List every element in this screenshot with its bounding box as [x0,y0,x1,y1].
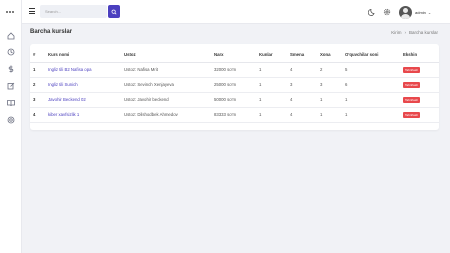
search-input[interactable]: Search... [40,5,107,18]
course-name-link[interactable]: kiber xavfsizlik 1 [48,112,79,117]
column-header: Narx [211,47,256,63]
column-header: Smena [287,47,317,63]
room-cell: 3 [317,77,342,93]
shift-cell: 4 [287,62,317,78]
home-icon[interactable] [6,31,16,41]
shift-cell: 3 [287,77,317,93]
moon-icon[interactable] [367,7,376,16]
logo-dots-icon[interactable] [6,9,16,13]
course-name-link[interactable]: Ingliz tili Sunich [48,82,78,87]
days-cell: 1 [256,62,287,78]
table-row: 1 Ingliz tili B2 Nafisa opa Ustoz: Nafis… [30,62,439,78]
dollar-icon[interactable] [6,64,16,74]
page-title: Barcha kurslar [30,29,73,35]
courses-card: # Kurs nomi Ustoz Narx Kunlar Smena Xona… [30,44,439,130]
students-cell: 1 [342,107,400,123]
table-row: 4 kiber xavfsizlik 1 Ustoz: Dilshodbek A… [30,107,439,123]
column-header: # [30,47,45,63]
courses-table: # Kurs nomi Ustoz Narx Kunlar Smena Xona… [30,47,439,123]
column-header: Ustoz [121,47,211,63]
search-placeholder: Search... [45,9,62,14]
room-cell: 1 [317,107,342,123]
row-number: 4 [30,107,45,123]
edit-button[interactable]: Tahrirlash [403,96,421,103]
row-number: 3 [30,92,45,108]
price-cell: 25000 so'm [211,77,256,93]
teacher-cell: Ustoz: Javohir beckend [121,92,211,108]
target-icon[interactable] [6,115,16,125]
days-cell: 1 [256,77,287,93]
days-cell: 1 [256,107,287,123]
column-header: Xona [317,47,342,63]
column-header: Kurs nomi [45,47,121,63]
column-header: Ekshin [400,47,439,63]
book-icon[interactable] [6,98,16,108]
username: admin [415,9,426,15]
edit-button[interactable]: Tahrirlash [403,66,421,73]
shift-cell: 4 [287,92,317,108]
students-cell: 6 [342,77,400,93]
breadcrumb-item-kirim[interactable]: Kirim [391,30,401,35]
row-number: 2 [30,77,45,93]
avatar [399,5,412,19]
course-name-link[interactable]: Javohir Beckend 02 [48,97,86,102]
sidebar [0,0,22,253]
breadcrumb: Kirim › Barcha kurslar [391,30,438,35]
teacher-cell: Ustoz: Sevinch Xenjayeva [121,77,211,93]
breadcrumb-separator: › [404,30,406,35]
room-cell: 1 [317,92,342,108]
column-header: O'quvchilar soni [342,47,400,63]
edit-button[interactable]: Tahrirlash [403,111,421,118]
price-cell: 32000 so'm [211,62,256,78]
price-cell: 83333 so'm [211,107,256,123]
students-cell: 5 [342,62,400,78]
days-cell: 1 [256,92,287,108]
edit-button[interactable]: Tahrirlash [403,81,421,88]
course-name-link[interactable]: Ingliz tili B2 Nafisa opa [48,67,91,72]
table-header-row: # Kurs nomi Ustoz Narx Kunlar Smena Xona… [30,47,439,63]
user-menu[interactable]: admin ⌄ [399,4,441,20]
teacher-cell: Ustoz: Dilshodbek Ahmedov [121,107,211,123]
teacher-cell: Ustoz: Nafisa Mrit [121,62,211,78]
price-cell: 50000 so'm [211,92,256,108]
room-cell: 2 [317,62,342,78]
search-icon [111,9,117,15]
breadcrumb-item-current: Barcha kurslar [408,30,438,35]
settings-icon[interactable] [382,7,391,16]
top-bar: Search... admin ⌄ [22,0,450,24]
edit-icon[interactable] [6,81,16,91]
row-number: 1 [30,62,45,78]
chevron-down-icon: ⌄ [427,9,432,15]
students-cell: 1 [342,92,400,108]
search-button[interactable] [108,5,120,18]
clock-icon[interactable] [6,47,16,57]
menu-icon[interactable] [29,8,35,14]
table-row: 3 Javohir Beckend 02 Ustoz: Javohir beck… [30,92,439,108]
shift-cell: 4 [287,107,317,123]
column-header: Kunlar [256,47,287,63]
table-row: 2 Ingliz tili Sunich Ustoz: Sevinch Xenj… [30,77,439,93]
